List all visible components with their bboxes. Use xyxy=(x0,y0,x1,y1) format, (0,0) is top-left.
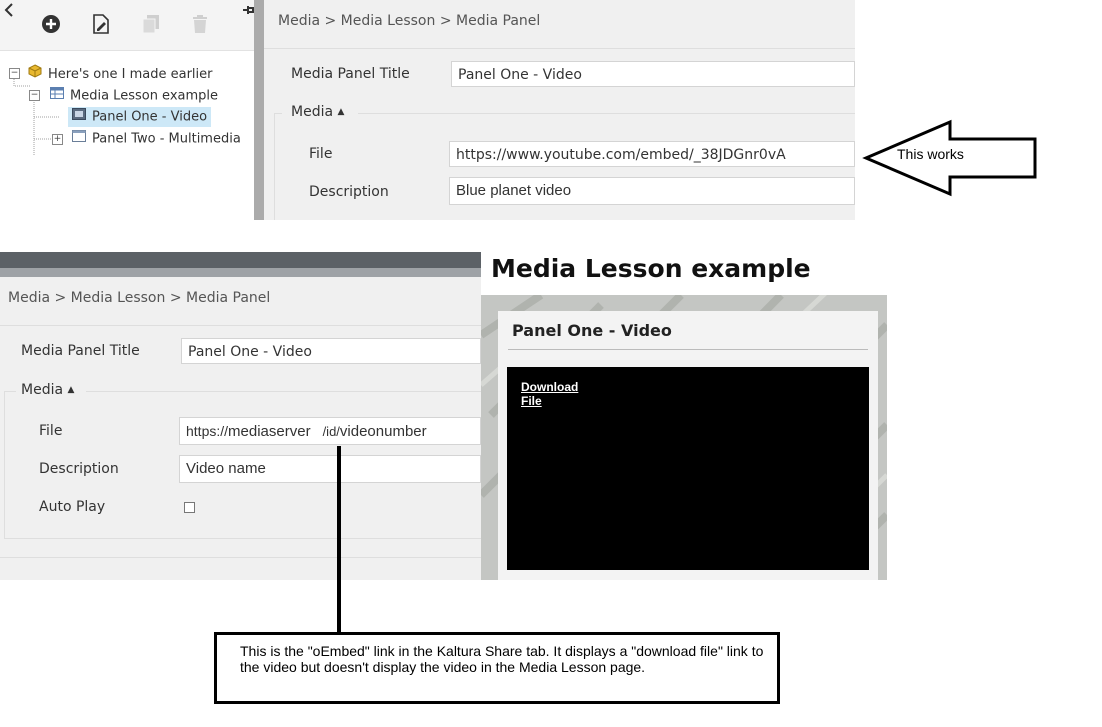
tree-node-selected[interactable]: Panel One - Video xyxy=(68,107,212,127)
breadcrumb: Media > Media Lesson > Media Panel xyxy=(278,13,541,29)
media-section-toggle[interactable]: Media ▲ xyxy=(21,382,74,398)
section-rule xyxy=(4,538,481,539)
tree-node[interactable]: Here's one I made earlier xyxy=(28,64,213,84)
description-input[interactable]: Video name xyxy=(179,455,481,483)
caret-up-icon: ▲ xyxy=(67,385,75,395)
file-url-part: https:// xyxy=(186,423,229,439)
autoplay-label: Auto Play xyxy=(39,499,106,515)
description-input[interactable]: Blue planet video xyxy=(449,177,855,205)
divider xyxy=(0,557,481,558)
editor-header-bar xyxy=(0,252,481,268)
file-url-part: videonumber xyxy=(339,423,427,440)
tree-node[interactable]: Media Lesson example xyxy=(50,86,218,106)
video-icon xyxy=(72,107,86,127)
tree-node-label: Media Lesson example xyxy=(70,88,219,104)
media-fieldset-border xyxy=(4,391,5,539)
callout-text: This is the "oEmbed" link in the Kaltura… xyxy=(240,643,764,675)
section-label: Media xyxy=(21,382,64,398)
tree-collapse-toggle[interactable]: − xyxy=(9,68,20,79)
section-rule xyxy=(358,113,855,114)
tree-node[interactable]: Panel Two - Multimedia xyxy=(72,129,241,149)
file-input[interactable]: https://www.youtube.com/embed/_38JDGnr0v… xyxy=(449,141,855,167)
tree-toolbar xyxy=(0,0,254,51)
title-label: Media Panel Title xyxy=(21,343,140,359)
panel-splitter[interactable] xyxy=(254,0,264,220)
trash-icon[interactable] xyxy=(188,12,212,36)
section-rule xyxy=(4,391,16,392)
section-rule xyxy=(86,391,481,392)
edit-document-icon[interactable] xyxy=(89,12,113,36)
title-label: Media Panel Title xyxy=(291,66,410,82)
file-url-part: mediaserver xyxy=(228,423,311,440)
download-file-link[interactable]: Download File xyxy=(521,380,601,408)
title-input[interactable]: Panel One - Video xyxy=(451,61,855,87)
tree-node-label: Here's one I made earlier xyxy=(48,67,213,82)
editor-header-bar-lower xyxy=(0,268,481,277)
add-circle-icon[interactable] xyxy=(39,12,63,36)
description-label: Description xyxy=(309,184,389,200)
file-input[interactable]: https://mediaserver/id/videonumber xyxy=(179,417,481,445)
file-url-part: /id/ xyxy=(322,424,340,439)
tree-collapse-toggle[interactable]: − xyxy=(29,90,40,101)
tree-node-label: Panel Two - Multimedia xyxy=(92,131,241,147)
media-section-toggle[interactable]: Media ▲ xyxy=(291,104,344,120)
preview-page-title: Media Lesson example xyxy=(491,254,811,283)
chevron-left-icon[interactable] xyxy=(4,2,14,17)
pin-icon[interactable] xyxy=(242,2,254,16)
section-rule xyxy=(274,113,282,114)
window-icon xyxy=(72,129,86,149)
file-label: File xyxy=(309,146,333,162)
media-fieldset-border xyxy=(274,113,275,220)
panel-title-rule xyxy=(508,349,868,350)
callout-pointer-line xyxy=(337,446,341,634)
file-label: File xyxy=(39,423,63,439)
title-input[interactable]: Panel One - Video xyxy=(181,338,481,364)
tree-expand-toggle[interactable]: + xyxy=(52,134,63,145)
breadcrumb: Media > Media Lesson > Media Panel xyxy=(8,290,271,306)
copy-icon[interactable] xyxy=(139,12,163,36)
arrow-annotation-text: This works xyxy=(897,146,964,162)
table-icon xyxy=(50,86,64,106)
divider xyxy=(264,48,855,49)
autoplay-checkbox[interactable] xyxy=(184,502,195,513)
tree-node-label: Panel One - Video xyxy=(92,109,208,125)
divider xyxy=(0,325,481,326)
section-label: Media xyxy=(291,104,334,120)
panel-title: Panel One - Video xyxy=(512,321,672,340)
description-label: Description xyxy=(39,461,119,477)
package-icon xyxy=(28,64,42,85)
caret-up-icon: ▲ xyxy=(337,107,345,117)
